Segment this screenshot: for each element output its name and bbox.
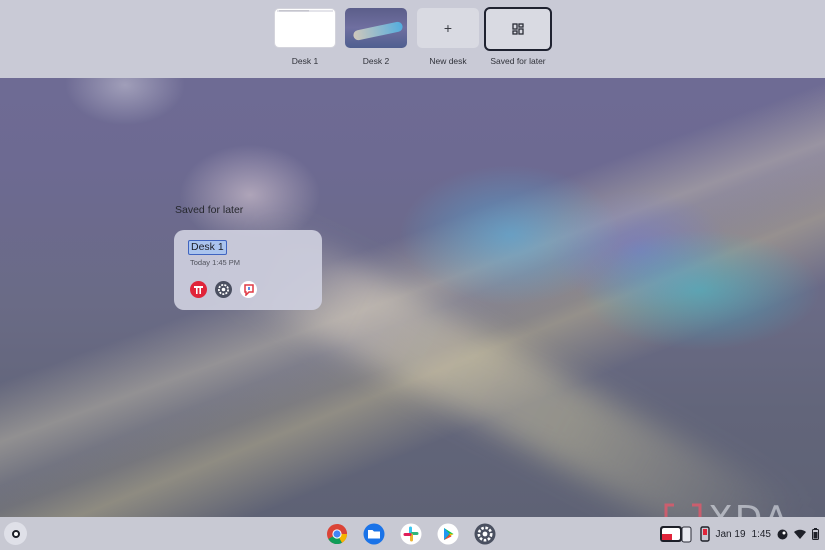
desk-2[interactable]: Desk 2 <box>343 8 409 66</box>
launcher-icon <box>11 529 20 538</box>
tablet-icon <box>659 526 691 543</box>
saved-desk-grid-icon <box>512 23 524 35</box>
date-text: Jan 19 <box>715 528 746 540</box>
shelf: Jan 19 1:45 <box>0 517 825 550</box>
new-desk-thumbnail[interactable]: + <box>417 8 479 48</box>
desk-2-thumbnail[interactable] <box>345 8 407 48</box>
desk-2-wallpaper-wave <box>352 20 404 42</box>
saved-for-later-heading: Saved for later <box>175 204 244 216</box>
date-time-chip[interactable]: Jan 19 1:45 <box>716 524 772 544</box>
wifi-icon <box>794 529 806 539</box>
battery-icon <box>812 528 819 540</box>
phone-hub-tray[interactable] <box>658 523 694 545</box>
settings-icon[interactable] <box>473 522 497 546</box>
desks-bar: Desk 1 Desk 2 + New desk Saved for later <box>0 0 825 78</box>
saved-desk-app-icons <box>190 281 257 298</box>
desk-1-thumbnail[interactable] <box>274 8 336 48</box>
files-icon[interactable] <box>362 522 386 546</box>
new-desk-label: New desk <box>429 56 467 66</box>
desk-2-label: Desk 2 <box>362 56 390 66</box>
status-area[interactable]: Jan 19 1:45 <box>658 522 819 546</box>
saved-desk-name-field[interactable]: Desk 1 <box>188 240 227 255</box>
new-desk-button[interactable]: + New desk <box>415 8 481 66</box>
settings-icon <box>215 281 232 298</box>
launcher-button[interactable] <box>4 522 27 545</box>
slack-icon[interactable] <box>399 522 423 546</box>
chrome-icon[interactable] <box>325 522 349 546</box>
plus-icon: + <box>443 20 453 36</box>
desk-1[interactable]: Desk 1 <box>272 8 338 66</box>
desk-1-label: Desk 1 <box>291 56 319 66</box>
saved-for-later-label: Saved for later <box>490 56 546 66</box>
red-app-icon <box>190 281 207 298</box>
shelf-pinned-apps <box>325 522 497 546</box>
phone-icon <box>699 526 710 542</box>
steam-icon <box>777 529 788 539</box>
saved-desk-timestamp: Today 1:45 PM <box>190 258 241 267</box>
saved-desk-card[interactable]: Desk 1 Today 1:45 PM <box>174 230 322 310</box>
play-store-icon[interactable] <box>436 522 460 546</box>
saved-for-later-thumbnail[interactable] <box>484 7 552 51</box>
saved-for-later-button[interactable]: Saved for later <box>484 7 552 66</box>
time-text: 1:45 <box>751 528 771 540</box>
feedback-app-icon <box>240 281 257 298</box>
desktop-wallpaper <box>0 0 825 550</box>
